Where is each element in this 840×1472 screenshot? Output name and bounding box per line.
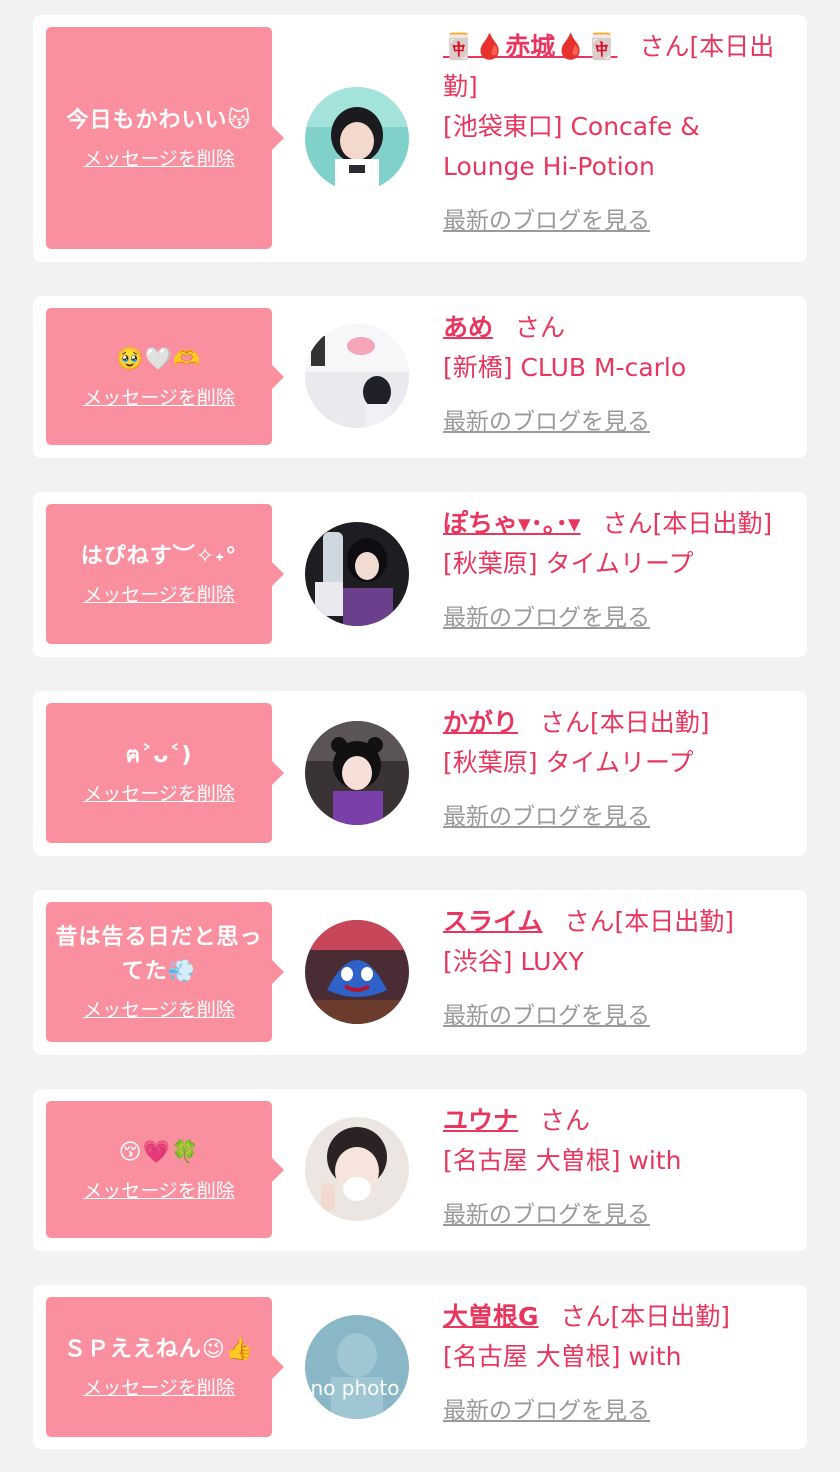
delete-message-link[interactable]: メッセージを削除 (83, 582, 235, 608)
message-text: 🥹🤍🫶 (116, 346, 202, 372)
no-photo-icon: no photo (305, 1315, 409, 1419)
honorific: さん (639, 32, 690, 61)
message-text: 今日もかわいい😽 (66, 108, 252, 133)
message-bubble: ＳＰええねん😉👍 メッセージを削除 (46, 1297, 284, 1437)
avatar[interactable] (305, 324, 409, 428)
avatar[interactable] (305, 87, 409, 191)
profile-photo-icon (305, 1117, 409, 1221)
avatar[interactable]: no photo (305, 1315, 409, 1419)
shop-name: [名古屋 大曽根] with (443, 1146, 682, 1175)
message-card: ฅ˃ᴗ˂) メッセージを削除 かがり さん[本日出勤] [秋葉原] タイムリープ … (33, 691, 807, 856)
honorific: さん (540, 708, 591, 737)
attendance-status: [本日出勤] (610, 1302, 731, 1331)
message-text: ＳＰええねん😉👍 (63, 1337, 255, 1362)
girl-name-link[interactable]: ユウナ (443, 1106, 518, 1135)
no-photo-label: no photo (311, 1376, 400, 1400)
message-text: ฅ˃ᴗ˂) (125, 743, 193, 768)
girl-info: スライム さん[本日出勤] [渋谷] LUXY 最新のブログを見る (443, 902, 797, 1030)
profile-photo-icon (305, 920, 409, 1024)
delete-message-link[interactable]: メッセージを削除 (83, 997, 235, 1023)
message-bubble: ฅ˃ᴗ˂) メッセージを削除 (46, 703, 284, 843)
name-line: かがり さん[本日出勤] (443, 703, 797, 743)
latest-blog-link[interactable]: 最新のブログを見る (443, 402, 650, 436)
message-card: 🥹🤍🫶 メッセージを削除 あめ さん [新橋] CLUB M-carlo 最新のブ… (33, 296, 807, 458)
latest-blog-link[interactable]: 最新のブログを見る (443, 201, 650, 235)
shop-name: [秋葉原] タイムリープ (443, 748, 694, 777)
girl-info: ぽちゃ▾･｡･▾ さん[本日出勤] [秋葉原] タイムリープ 最新のブログを見る (443, 504, 797, 632)
message-card: ＳＰええねん😉👍 メッセージを削除 no photo 大曽根G さん[本日出勤] … (33, 1285, 807, 1449)
honorific: さん (560, 1302, 611, 1331)
name-line: 大曽根G さん[本日出勤] (443, 1297, 797, 1337)
message-card: はぴねす︶✧˖° メッセージを削除 ぽちゃ▾･｡･▾ さん[本日出勤] [秋葉原]… (33, 492, 807, 657)
message-text: 😚💗🍀 (118, 1139, 200, 1165)
message-card: 昔は告る日だと思ってた💨 メッセージを削除 スライム さん[本日出勤] [渋谷] … (33, 890, 807, 1055)
latest-blog-link[interactable]: 最新のブログを見る (443, 598, 650, 632)
name-line: ユウナ さん (443, 1101, 797, 1141)
shop-name: [池袋東口] Concafe & Lounge Hi-Potion (443, 112, 700, 181)
shop-name: [秋葉原] タイムリープ (443, 549, 694, 578)
honorific: さん (602, 509, 653, 538)
name-line: ぽちゃ▾･｡･▾ さん[本日出勤] (443, 504, 797, 544)
honorific: さん (515, 313, 566, 342)
message-bubble: 🥹🤍🫶 メッセージを削除 (46, 308, 284, 445)
girl-name-link[interactable]: スライム (443, 907, 543, 936)
girl-name-link[interactable]: 大曽根G (443, 1302, 539, 1331)
message-text: 昔は告る日だと思ってた💨 (55, 925, 263, 984)
shop-name: [名古屋 大曽根] with (443, 1342, 682, 1371)
message-card: 今日もかわいい😽 メッセージを削除 🀄🩸赤城🩸🀄 さん[本日出勤] [池袋東口] … (33, 15, 807, 262)
message-bubble: 😚💗🍀 メッセージを削除 (46, 1101, 284, 1238)
avatar[interactable] (305, 1117, 409, 1221)
delete-message-link[interactable]: メッセージを削除 (83, 385, 235, 411)
profile-photo-icon (305, 324, 409, 428)
message-card: 😚💗🍀 メッセージを削除 ユウナ さん [名古屋 大曽根] with 最新のブログ… (33, 1089, 807, 1251)
girl-info: 🀄🩸赤城🩸🀄 さん[本日出勤] [池袋東口] Concafe & Lounge H… (443, 27, 797, 235)
delete-message-link[interactable]: メッセージを削除 (83, 146, 235, 172)
attendance-status: [本日出勤] (590, 708, 710, 737)
girl-info: かがり さん[本日出勤] [秋葉原] タイムリープ 最新のブログを見る (443, 703, 797, 831)
honorific: さん (564, 907, 615, 936)
name-line: あめ さん (443, 308, 797, 348)
latest-blog-link[interactable]: 最新のブログを見る (443, 1195, 650, 1229)
name-line: スライム さん[本日出勤] (443, 902, 797, 942)
attendance-status: [本日出勤] (614, 907, 735, 936)
avatar[interactable] (305, 920, 409, 1024)
message-bubble: 今日もかわいい😽 メッセージを削除 (46, 27, 284, 249)
message-bubble: 昔は告る日だと思ってた💨 メッセージを削除 (46, 902, 284, 1042)
girl-name-link[interactable]: あめ (443, 313, 493, 342)
profile-photo-icon (305, 87, 409, 191)
message-text: はぴねす︶✧˖° (80, 544, 238, 569)
name-line: 🀄🩸赤城🩸🀄 さん[本日出勤] (443, 27, 797, 107)
shop-name: [新橋] CLUB M-carlo (443, 353, 687, 382)
message-bubble: はぴねす︶✧˖° メッセージを削除 (46, 504, 284, 644)
girl-info: あめ さん [新橋] CLUB M-carlo 最新のブログを見る (443, 308, 797, 436)
latest-blog-link[interactable]: 最新のブログを見る (443, 797, 650, 831)
profile-photo-icon (305, 721, 409, 825)
girl-info: 大曽根G さん[本日出勤] [名古屋 大曽根] with 最新のブログを見る (443, 1297, 797, 1425)
girl-name-link[interactable]: ぽちゃ▾･｡･▾ (443, 509, 581, 538)
avatar[interactable] (305, 522, 409, 626)
girl-name-link[interactable]: かがり (443, 708, 518, 737)
shop-name: [渋谷] LUXY (443, 947, 584, 976)
delete-message-link[interactable]: メッセージを削除 (83, 1178, 235, 1204)
latest-blog-link[interactable]: 最新のブログを見る (443, 996, 650, 1030)
avatar[interactable] (305, 721, 409, 825)
girl-info: ユウナ さん [名古屋 大曽根] with 最新のブログを見る (443, 1101, 797, 1229)
latest-blog-link[interactable]: 最新のブログを見る (443, 1391, 650, 1425)
delete-message-link[interactable]: メッセージを削除 (83, 781, 235, 807)
attendance-status: [本日出勤] (652, 509, 773, 538)
honorific: さん (540, 1106, 591, 1135)
profile-photo-icon (305, 522, 409, 626)
delete-message-link[interactable]: メッセージを削除 (83, 1375, 235, 1401)
girl-name-link[interactable]: 🀄🩸赤城🩸🀄 (443, 32, 618, 61)
